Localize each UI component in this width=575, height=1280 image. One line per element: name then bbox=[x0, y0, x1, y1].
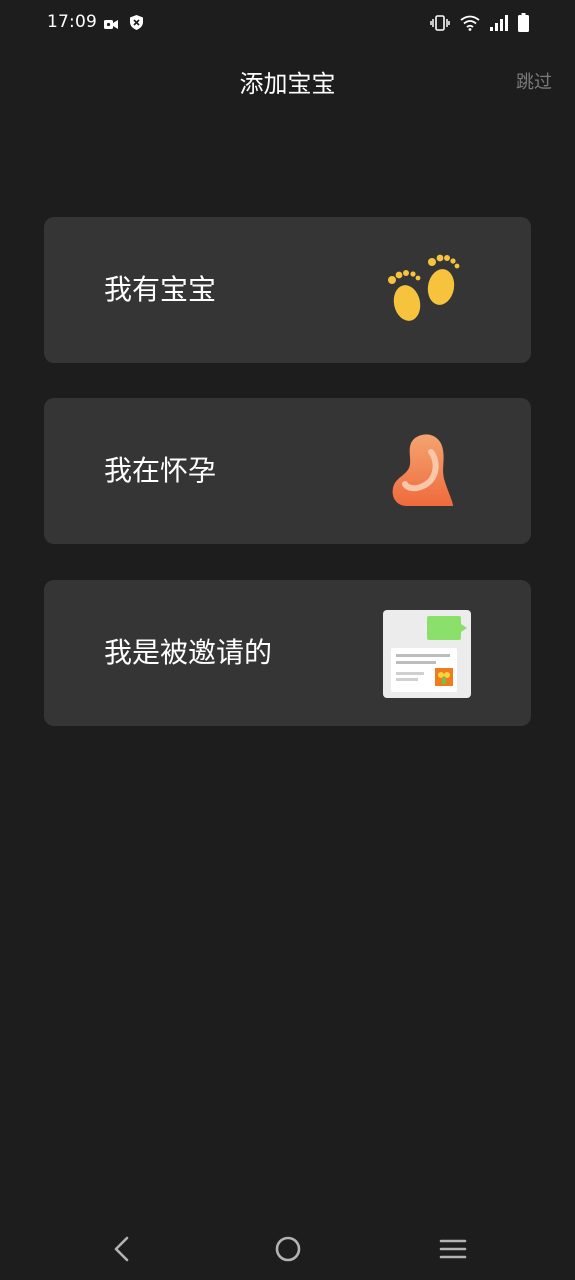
signal-icon bbox=[490, 14, 508, 35]
skip-button[interactable]: 跳过 bbox=[516, 68, 552, 94]
option-label: 我在怀孕 bbox=[104, 454, 217, 487]
back-icon[interactable] bbox=[102, 1232, 142, 1266]
pregnant-belly-icon bbox=[383, 428, 473, 518]
system-nav-bar bbox=[0, 1220, 575, 1280]
option-label: 我有宝宝 bbox=[104, 273, 217, 306]
vibrate-icon bbox=[430, 14, 450, 35]
video-camera-icon bbox=[104, 15, 118, 34]
header: 添加宝宝 跳过 bbox=[0, 56, 575, 104]
option-pregnant-card[interactable]: 我在怀孕 bbox=[44, 398, 531, 544]
status-right-icons bbox=[430, 13, 529, 36]
option-invited-card[interactable]: 我是被邀请的 bbox=[44, 580, 531, 726]
option-have-baby-card[interactable]: 我有宝宝 bbox=[44, 217, 531, 363]
shield-icon bbox=[130, 15, 143, 34]
baby-footprints-icon bbox=[383, 247, 473, 337]
status-bar: 17:09 bbox=[0, 0, 575, 46]
add-baby-screen: 17:09 添加宝宝 跳过 我有宝宝 我在怀孕 我是被邀请的 bbox=[0, 0, 575, 1280]
menu-icon[interactable] bbox=[433, 1232, 473, 1266]
battery-icon bbox=[518, 13, 529, 36]
page-title: 添加宝宝 bbox=[239, 70, 336, 98]
wifi-icon bbox=[460, 15, 480, 35]
option-label: 我是被邀请的 bbox=[104, 636, 273, 669]
status-left-icons bbox=[104, 15, 143, 34]
home-icon[interactable] bbox=[268, 1232, 308, 1266]
status-time: 17:09 bbox=[47, 12, 97, 32]
invitation-card-icon bbox=[383, 610, 473, 700]
